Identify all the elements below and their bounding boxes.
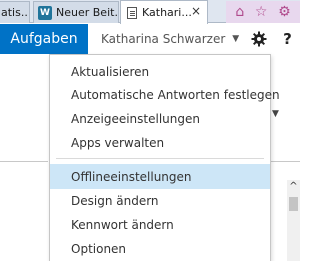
screen: atis... W Neuer Beit... Kathari... × ⌂ ☆… <box>0 0 300 261</box>
menu-item-offlineeinstellungen[interactable]: Offlineeinstellungen <box>50 164 270 189</box>
browser-tab-label: Neuer Beit... <box>56 6 118 19</box>
user-name: Katharina Schwarzer <box>101 32 226 46</box>
browser-tab-strip: atis... W Neuer Beit... Kathari... × ⌂ ☆… <box>0 0 300 24</box>
browser-tab-3[interactable]: Kathari... × <box>120 0 208 24</box>
suite-bar: Aufgaben Katharina Schwarzer ▼ ? <box>0 24 300 54</box>
gear-button[interactable] <box>246 24 272 54</box>
wordpress-icon: W <box>38 5 52 20</box>
menu-item-aktualisieren[interactable]: Aktualisieren <box>50 59 270 84</box>
settings-dropdown-menu: Aktualisieren Automatische Antworten fes… <box>49 54 280 261</box>
browser-tab-label: atis... <box>1 6 29 19</box>
browser-tab-label: Kathari... <box>142 6 192 19</box>
gear-icon <box>251 31 267 47</box>
scroll-thumb[interactable] <box>289 197 298 211</box>
browser-toolbar-icons: ⌂ ☆ ⚙ <box>226 1 300 23</box>
divider <box>270 161 300 162</box>
scrollbar[interactable]: ^ <box>287 180 300 261</box>
document-icon <box>127 6 137 19</box>
favorites-icon[interactable]: ☆ <box>255 5 268 19</box>
menu-item-anzeigeeinstellungen[interactable]: Anzeigeeinstellungen <box>50 106 270 131</box>
menu-item-automatische-antworten[interactable]: Automatische Antworten festlegen <box>50 82 280 107</box>
help-button[interactable]: ? <box>275 24 300 54</box>
close-icon[interactable]: × <box>191 4 201 18</box>
menu-item-kennwort-aendern[interactable]: Kennwort ändern <box>50 212 270 237</box>
user-menu-button[interactable]: Katharina Schwarzer ▼ <box>88 24 246 54</box>
scroll-up-icon[interactable]: ^ <box>287 180 300 193</box>
app-name-button[interactable]: Aufgaben <box>0 24 88 54</box>
menu-item-apps-verwalten[interactable]: Apps verwalten <box>50 130 270 155</box>
chevron-down-icon[interactable]: ▼ <box>272 109 279 119</box>
menu-separator <box>56 158 264 159</box>
menu-item-design-aendern[interactable]: Design ändern <box>50 188 270 213</box>
settings-icon[interactable]: ⚙ <box>278 5 291 19</box>
menu-item-optionen[interactable]: Optionen <box>50 236 270 261</box>
browser-tab-2[interactable]: W Neuer Beit... <box>33 1 119 23</box>
home-icon[interactable]: ⌂ <box>235 5 244 19</box>
chevron-down-icon: ▼ <box>232 34 240 44</box>
divider <box>0 161 48 162</box>
browser-tab-1[interactable]: atis... <box>0 1 30 23</box>
